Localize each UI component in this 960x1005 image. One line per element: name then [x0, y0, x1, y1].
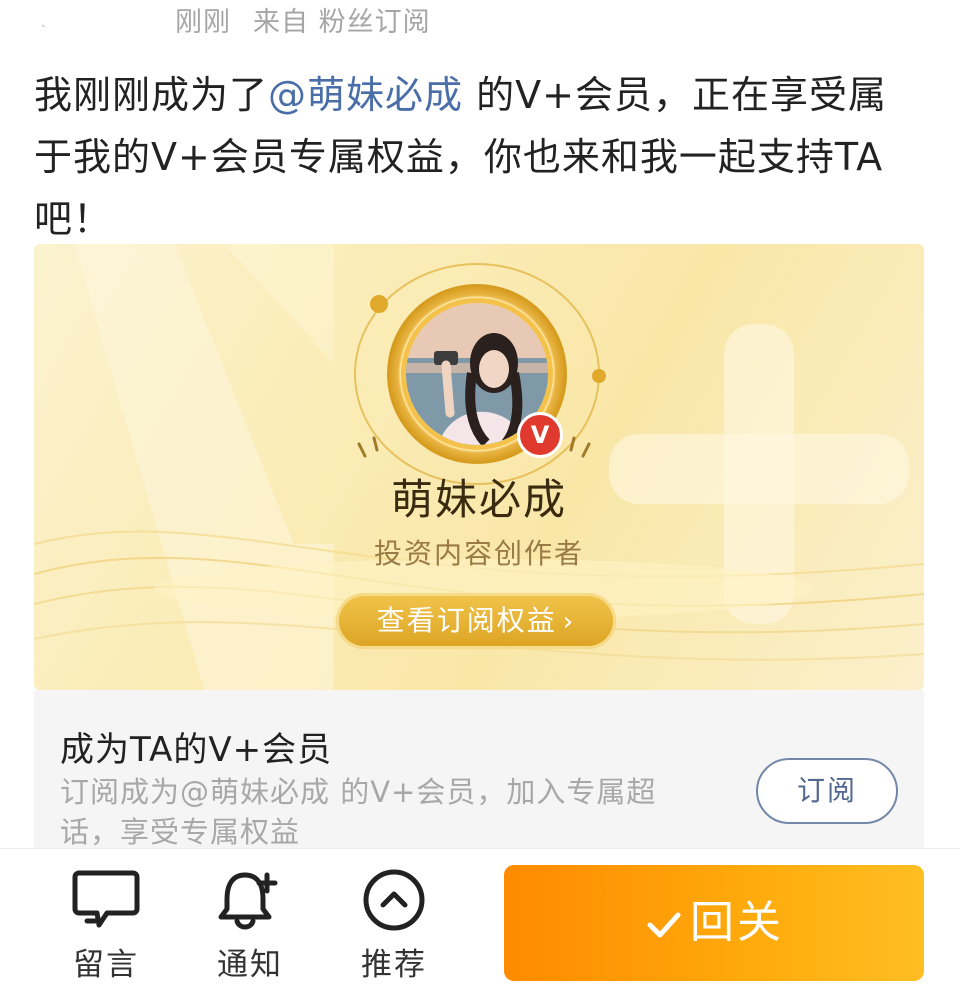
bell-plus-icon: [218, 872, 278, 930]
view-benefits-label: 查看订阅权益: [376, 604, 557, 637]
follow-back-label: 回关: [690, 897, 784, 948]
view-benefits-button[interactable]: 查看订阅权益 ›: [336, 593, 616, 649]
subscribe-section: 成为TA的V+会员 订阅成为@萌妹必成 的V+会员，加入专属超话，享受专属权益 …: [34, 690, 924, 850]
bottom-toolbar: 留言 通知 推荐 回关: [0, 848, 960, 1005]
mention-link[interactable]: @萌妹必成: [268, 73, 463, 117]
chevron-up-circle-icon: [363, 869, 425, 931]
post-meta: 刚刚 来自 粉丝订阅: [175, 0, 453, 38]
corner-mark: ˛: [40, 12, 47, 28]
vplus-membership-card[interactable]: V 萌妹必成 投资内容创作者 查看订阅权益 ›: [34, 244, 924, 690]
comment-button[interactable]: 留言: [56, 869, 156, 984]
notify-button[interactable]: 通知: [200, 869, 300, 984]
recommend-button[interactable]: 推荐: [344, 869, 444, 984]
subscribe-title: 成为TA的V+会员: [60, 730, 333, 770]
comment-label: 留言: [73, 947, 139, 983]
follow-back-button[interactable]: 回关: [504, 865, 924, 981]
creator-role: 投资内容创作者: [373, 537, 584, 570]
post-time: 刚刚: [175, 7, 231, 38]
subscribe-description: 订阅成为@萌妹必成 的V+会员，加入专属超话，享受专属权益: [60, 775, 657, 849]
post-text-before: 我刚刚成为了: [34, 73, 269, 117]
post-source: 来自 粉丝订阅: [253, 7, 431, 38]
subscribe-button[interactable]: 订阅: [756, 758, 898, 824]
comment-icon: [72, 870, 140, 928]
creator-name: 萌妹必成: [390, 475, 567, 524]
vplus-badge-icon: V: [517, 412, 563, 458]
post-body: 我刚刚成为了@萌妹必成 的V+会员，正在享受属于我的V+会员专属权益，你也来和我…: [34, 64, 914, 250]
notify-label: 通知: [217, 947, 283, 983]
chevron-right-icon: ›: [562, 607, 576, 637]
check-icon: [647, 912, 681, 938]
recommend-label: 推荐: [361, 947, 427, 983]
